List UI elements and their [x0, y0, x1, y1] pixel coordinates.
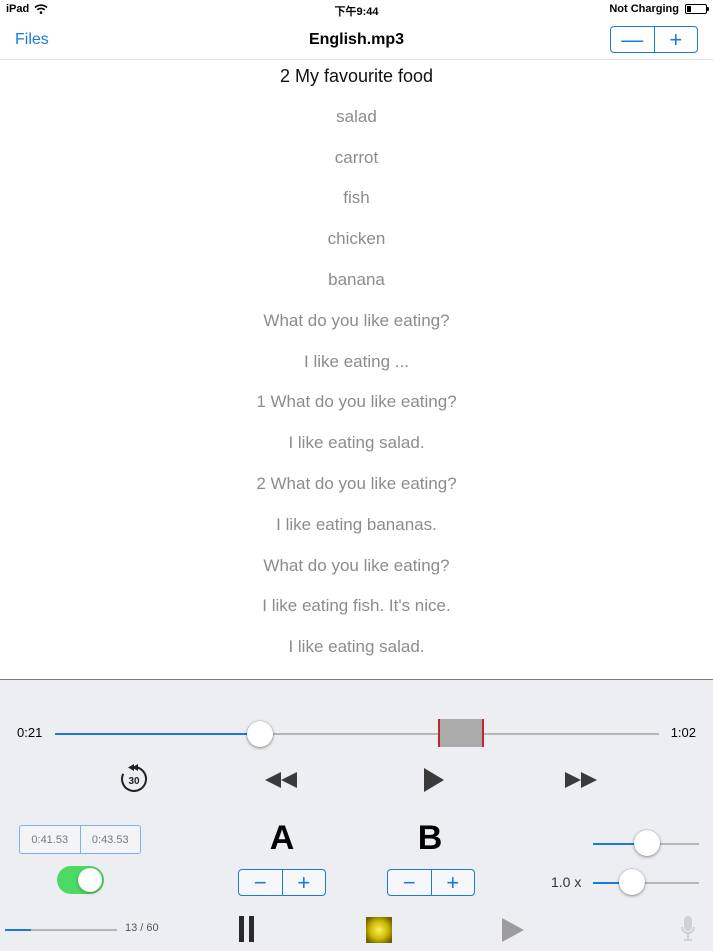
play-icon [424, 768, 444, 792]
lyric-line[interactable]: fish [0, 188, 713, 208]
pause-icon [239, 916, 254, 942]
rewind-button[interactable] [263, 770, 299, 795]
speed-slider-thumb[interactable] [619, 869, 645, 895]
current-lyric-line[interactable]: 2 My favourite food [0, 66, 713, 87]
progress-slider-thumb[interactable] [246, 721, 273, 747]
ab-loop-toggle[interactable] [57, 866, 104, 894]
ab-loop-region[interactable] [438, 719, 484, 747]
play-button[interactable] [422, 766, 446, 799]
charging-status: Not Charging [609, 3, 679, 15]
point-b-label: B [417, 819, 443, 857]
sentence-fill [5, 929, 31, 931]
replay-30-button[interactable]: 30 [118, 763, 150, 800]
replay-30-icon: 30 [121, 764, 147, 792]
battery-icon [685, 4, 709, 14]
lyric-line[interactable]: I like eating bananas. [0, 515, 713, 535]
stop-button[interactable] [365, 916, 393, 949]
point-a-time[interactable]: 0:41.53 [20, 826, 80, 853]
lyric-line[interactable]: What do you like eating? [0, 311, 713, 331]
fast-forward-button[interactable] [563, 770, 599, 795]
point-b-increase-button[interactable]: + [430, 870, 475, 895]
lyric-line[interactable]: salad [0, 107, 713, 127]
increase-font-button[interactable]: + [653, 27, 698, 52]
lyric-line[interactable]: 1 What do you like eating? [0, 392, 713, 412]
lyric-line[interactable]: I like eating ... [0, 352, 713, 372]
status-bar: iPad 下午9:44 Not Charging [0, 0, 713, 20]
volume-slider-thumb[interactable] [634, 830, 660, 856]
toggle-knob [78, 868, 102, 892]
progress-fill [55, 733, 260, 735]
record-button[interactable] [680, 915, 696, 948]
navigation-bar: Files English.mp3 — + [0, 20, 713, 60]
lyric-line[interactable]: I like eating salad. [0, 637, 713, 657]
lyric-line[interactable]: banana [0, 270, 713, 290]
point-a-label: A [269, 819, 295, 857]
point-a-stepper: − + [238, 869, 326, 896]
play-sentence-icon [502, 918, 524, 942]
lyric-line[interactable]: chicken [0, 229, 713, 249]
lyric-line[interactable]: I like eating fish. It's nice. [0, 596, 713, 616]
pause-button[interactable] [238, 915, 256, 948]
font-size-control: — + [610, 26, 698, 53]
total-duration: 1:02 [670, 725, 696, 740]
point-a-decrease-button[interactable]: − [239, 870, 282, 895]
point-b-decrease-button[interactable]: − [388, 870, 431, 895]
decrease-font-button[interactable]: — [611, 27, 654, 52]
rewind-icon [265, 772, 297, 788]
point-b-stepper: − + [387, 869, 475, 896]
replay-30-label: 30 [128, 776, 140, 787]
lyric-line[interactable]: What do you like eating? [0, 556, 713, 576]
point-b-time[interactable]: 0:43.53 [79, 826, 141, 853]
lyric-line[interactable]: 2 What do you like eating? [0, 474, 713, 494]
stop-icon [366, 917, 392, 943]
lyric-line[interactable]: carrot [0, 148, 713, 168]
play-sentence-button[interactable] [501, 917, 525, 948]
player-panel [0, 679, 713, 951]
fast-forward-icon [565, 772, 597, 788]
page-title: English.mp3 [308, 31, 405, 48]
microphone-icon [681, 916, 695, 941]
speed-label: 1.0 x [551, 874, 582, 890]
status-right: Not Charging [609, 3, 709, 15]
nav-divider [0, 59, 713, 60]
point-a-increase-button[interactable]: + [281, 870, 326, 895]
sentence-counter: 13 / 60 [125, 922, 159, 934]
ab-time-display: 0:41.53 0:43.53 [19, 825, 141, 854]
status-time: 下午9:44 [334, 6, 379, 18]
lyric-line[interactable]: I like eating salad. [0, 433, 713, 453]
elapsed-time: 0:21 [17, 725, 43, 740]
